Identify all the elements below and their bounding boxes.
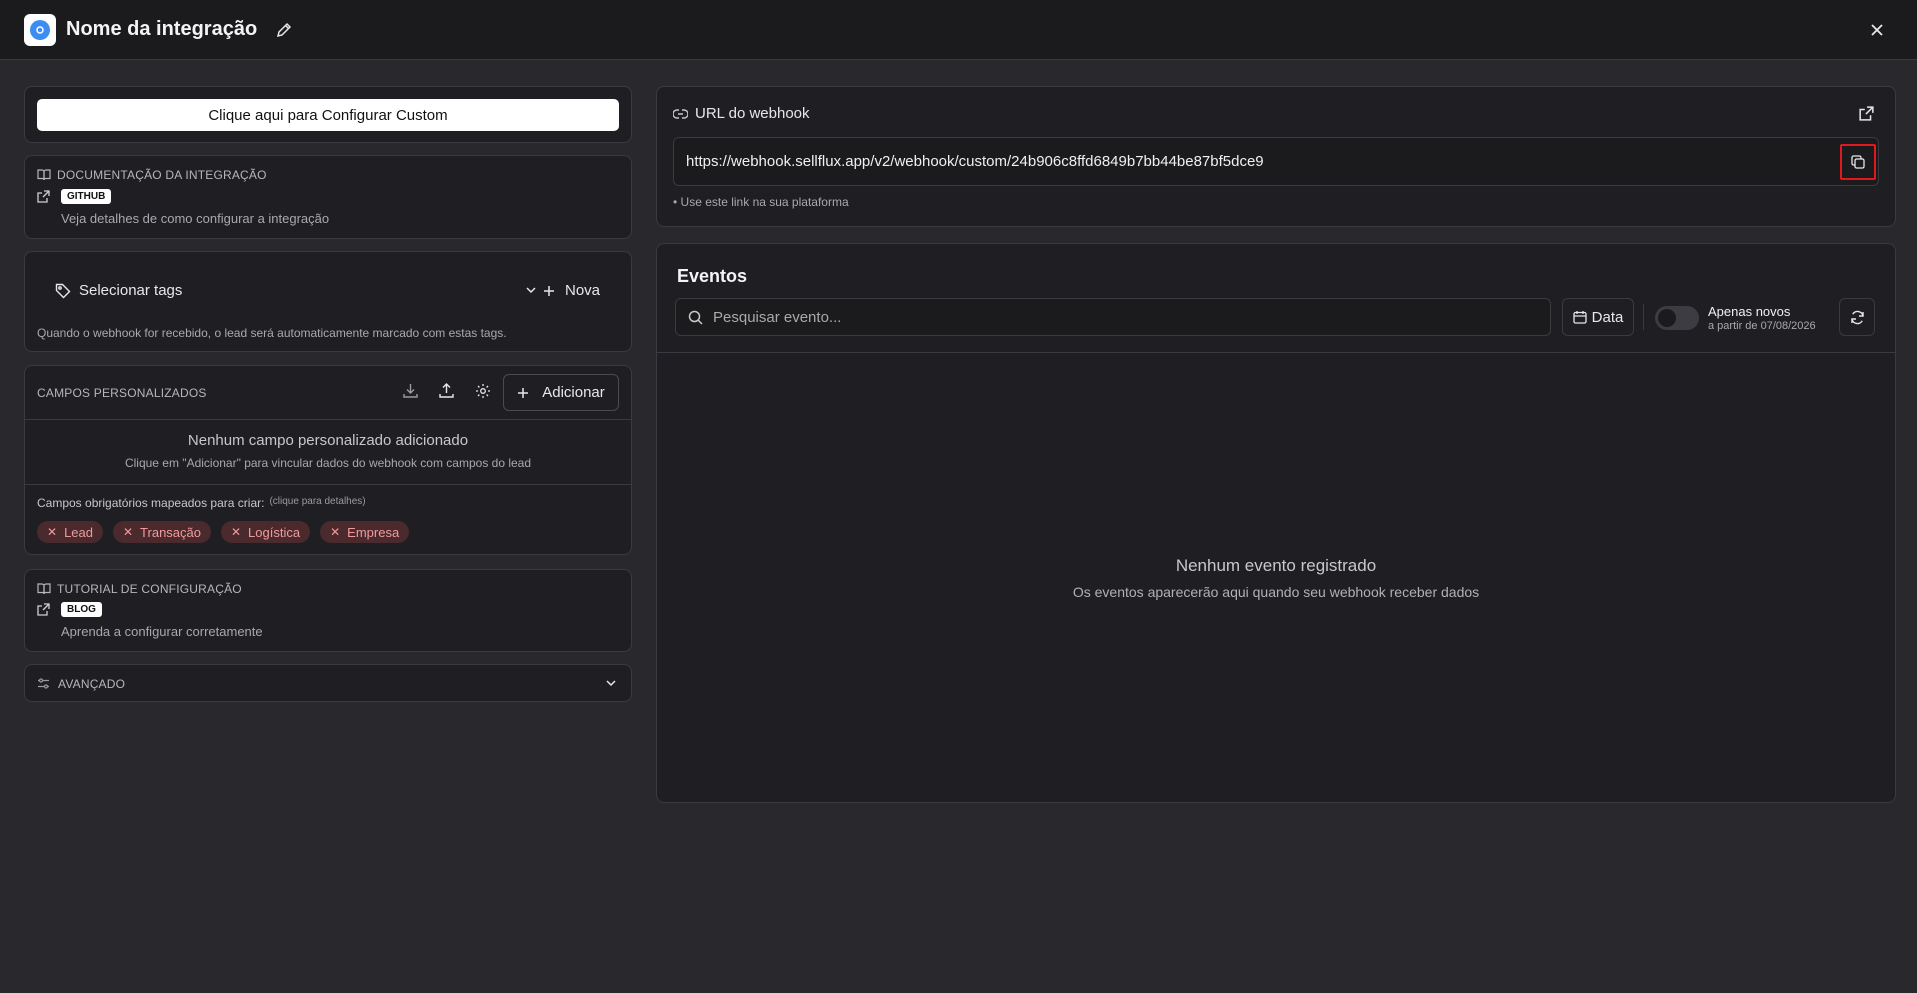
empty-fields-title: Nenhum campo personalizado adicionado bbox=[187, 432, 469, 449]
events-card: Eventos Data Apenas novos a partir de 07… bbox=[656, 243, 1896, 803]
gear-icon[interactable] bbox=[475, 383, 491, 399]
plus-icon bbox=[517, 387, 529, 399]
empty-events-title: Nenhum evento registrado bbox=[1175, 556, 1377, 575]
configure-custom-button[interactable]: Clique aqui para Configurar Custom bbox=[37, 99, 619, 131]
page-title: Nome da integração bbox=[66, 18, 258, 40]
search-icon bbox=[688, 310, 703, 325]
divider bbox=[25, 484, 631, 485]
external-link-icon[interactable] bbox=[37, 190, 50, 203]
tags-select-label: Selecionar tags bbox=[79, 282, 183, 299]
blog-badge[interactable]: BLOG bbox=[61, 602, 102, 617]
webhook-url-field[interactable]: https://webhook.sellflux.app/v2/webhook/… bbox=[673, 137, 1879, 186]
advanced-section[interactable]: AVANÇADO bbox=[24, 664, 632, 702]
only-new-toggle[interactable] bbox=[1655, 306, 1699, 330]
copy-icon bbox=[1851, 155, 1865, 169]
required-fields-label: Campos obrigatórios mapeados para criar: bbox=[37, 496, 265, 510]
add-field-button[interactable]: Adicionar bbox=[503, 374, 619, 411]
calendar-icon bbox=[1573, 310, 1587, 324]
required-chip-logistica[interactable]: ✕ Logística bbox=[220, 521, 311, 543]
events-title: Eventos bbox=[677, 266, 748, 286]
download-icon[interactable] bbox=[403, 383, 418, 398]
tutorial-card: TUTORIAL DE CONFIGURAÇÃO BLOG Aprenda a … bbox=[24, 569, 632, 652]
logo-icon bbox=[24, 13, 56, 46]
plus-icon bbox=[543, 285, 555, 297]
tags-hint: Quando o webhook for recebido, o lead se… bbox=[37, 326, 507, 340]
chevron-down-icon bbox=[525, 284, 537, 296]
only-new-since: a partir de 07/08/2026 bbox=[1708, 320, 1816, 332]
github-badge[interactable]: GITHUB bbox=[61, 189, 112, 204]
required-chip-lead[interactable]: ✕ Lead bbox=[37, 521, 103, 543]
divider bbox=[657, 352, 1895, 353]
webhook-label: URL do webhook bbox=[695, 105, 810, 122]
chevron-down-icon bbox=[605, 677, 617, 689]
configure-card: Clique aqui para Configurar Custom bbox=[24, 86, 632, 143]
only-new-label: Apenas novos bbox=[1708, 304, 1791, 319]
pencil-icon[interactable] bbox=[275, 21, 293, 39]
external-link-icon[interactable] bbox=[37, 603, 50, 616]
events-search[interactable] bbox=[675, 298, 1551, 336]
refresh-icon bbox=[1850, 310, 1865, 325]
tutorial-heading: TUTORIAL DE CONFIGURAÇÃO bbox=[57, 582, 242, 596]
webhook-card: URL do webhook https://webhook.sellflux.… bbox=[656, 86, 1896, 227]
close-icon[interactable] bbox=[1867, 20, 1887, 40]
required-chip-transacao[interactable]: ✕ Transação bbox=[112, 521, 211, 543]
divider bbox=[1643, 304, 1644, 330]
link-icon bbox=[673, 108, 688, 119]
external-link-icon[interactable] bbox=[1859, 106, 1874, 121]
required-fields-hint[interactable]: (clique para detalhes) bbox=[269, 496, 365, 507]
book-icon bbox=[37, 169, 51, 181]
tag-icon bbox=[55, 283, 71, 299]
required-chip-empresa[interactable]: ✕ Empresa bbox=[320, 521, 410, 543]
docs-card: DOCUMENTAÇÃO DA INTEGRAÇÃO GITHUB Veja d… bbox=[24, 155, 632, 239]
book-icon bbox=[37, 583, 51, 595]
upload-icon[interactable] bbox=[439, 383, 454, 398]
add-field-label: Adicionar bbox=[542, 384, 605, 401]
advanced-label: AVANÇADO bbox=[58, 677, 126, 691]
refresh-button[interactable] bbox=[1839, 298, 1875, 336]
top-bar: Nome da integração bbox=[0, 0, 1917, 60]
divider bbox=[25, 419, 631, 420]
date-filter-label: Data bbox=[1591, 308, 1624, 326]
search-input[interactable] bbox=[713, 308, 1513, 326]
sliders-icon bbox=[37, 677, 50, 690]
copy-button[interactable] bbox=[1840, 144, 1876, 180]
tags-card: Selecionar tags Nova Quando o webhook fo… bbox=[24, 251, 632, 352]
new-tag-button[interactable]: Nova bbox=[543, 282, 600, 299]
custom-fields-heading: CAMPOS PERSONALIZADOS bbox=[37, 386, 207, 400]
docs-heading: DOCUMENTAÇÃO DA INTEGRAÇÃO bbox=[57, 168, 267, 182]
tutorial-description: Aprenda a configurar corretamente bbox=[61, 624, 263, 639]
custom-fields-card: CAMPOS PERSONALIZADOS Adicionar Nenhum c… bbox=[24, 365, 632, 555]
date-filter-button[interactable]: Data bbox=[1562, 298, 1634, 336]
empty-events-hint: Os eventos aparecerão aqui quando seu we… bbox=[1072, 584, 1480, 600]
webhook-hint: • Use este link na sua plataforma bbox=[673, 195, 849, 209]
new-tag-label: Nova bbox=[565, 282, 601, 299]
empty-fields-hint: Clique em "Adicionar" para vincular dado… bbox=[124, 456, 532, 470]
tags-select[interactable]: Selecionar tags bbox=[55, 282, 537, 299]
docs-description: Veja detalhes de como configurar a integ… bbox=[61, 211, 330, 226]
webhook-url[interactable]: https://webhook.sellflux.app/v2/webhook/… bbox=[686, 153, 1264, 170]
